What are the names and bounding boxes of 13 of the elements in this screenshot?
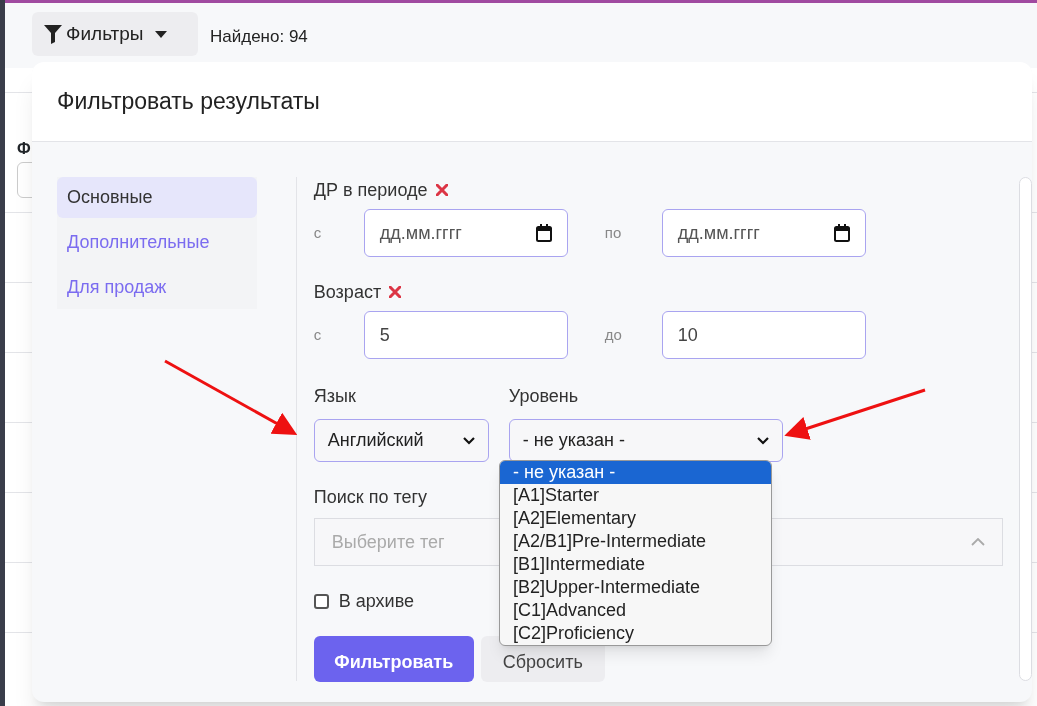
field-label: с <box>313 222 323 243</box>
field-label: до <box>603 324 623 345</box>
checkbox-label: В архиве <box>338 589 415 613</box>
field-label: Язык <box>313 384 356 408</box>
field-label: Возраст <box>313 280 382 304</box>
field-label: с <box>313 324 323 345</box>
field-label: ДР в периоде <box>313 178 428 202</box>
field-label: Поиск по тегу <box>313 485 428 509</box>
field-label: по <box>603 222 623 243</box>
field-label: Уровень <box>508 384 579 408</box>
column-header: Ф <box>17 139 31 159</box>
results-count: Найдено: 94 <box>210 26 308 48</box>
dialog-title: Фильтровать результаты <box>57 87 320 117</box>
